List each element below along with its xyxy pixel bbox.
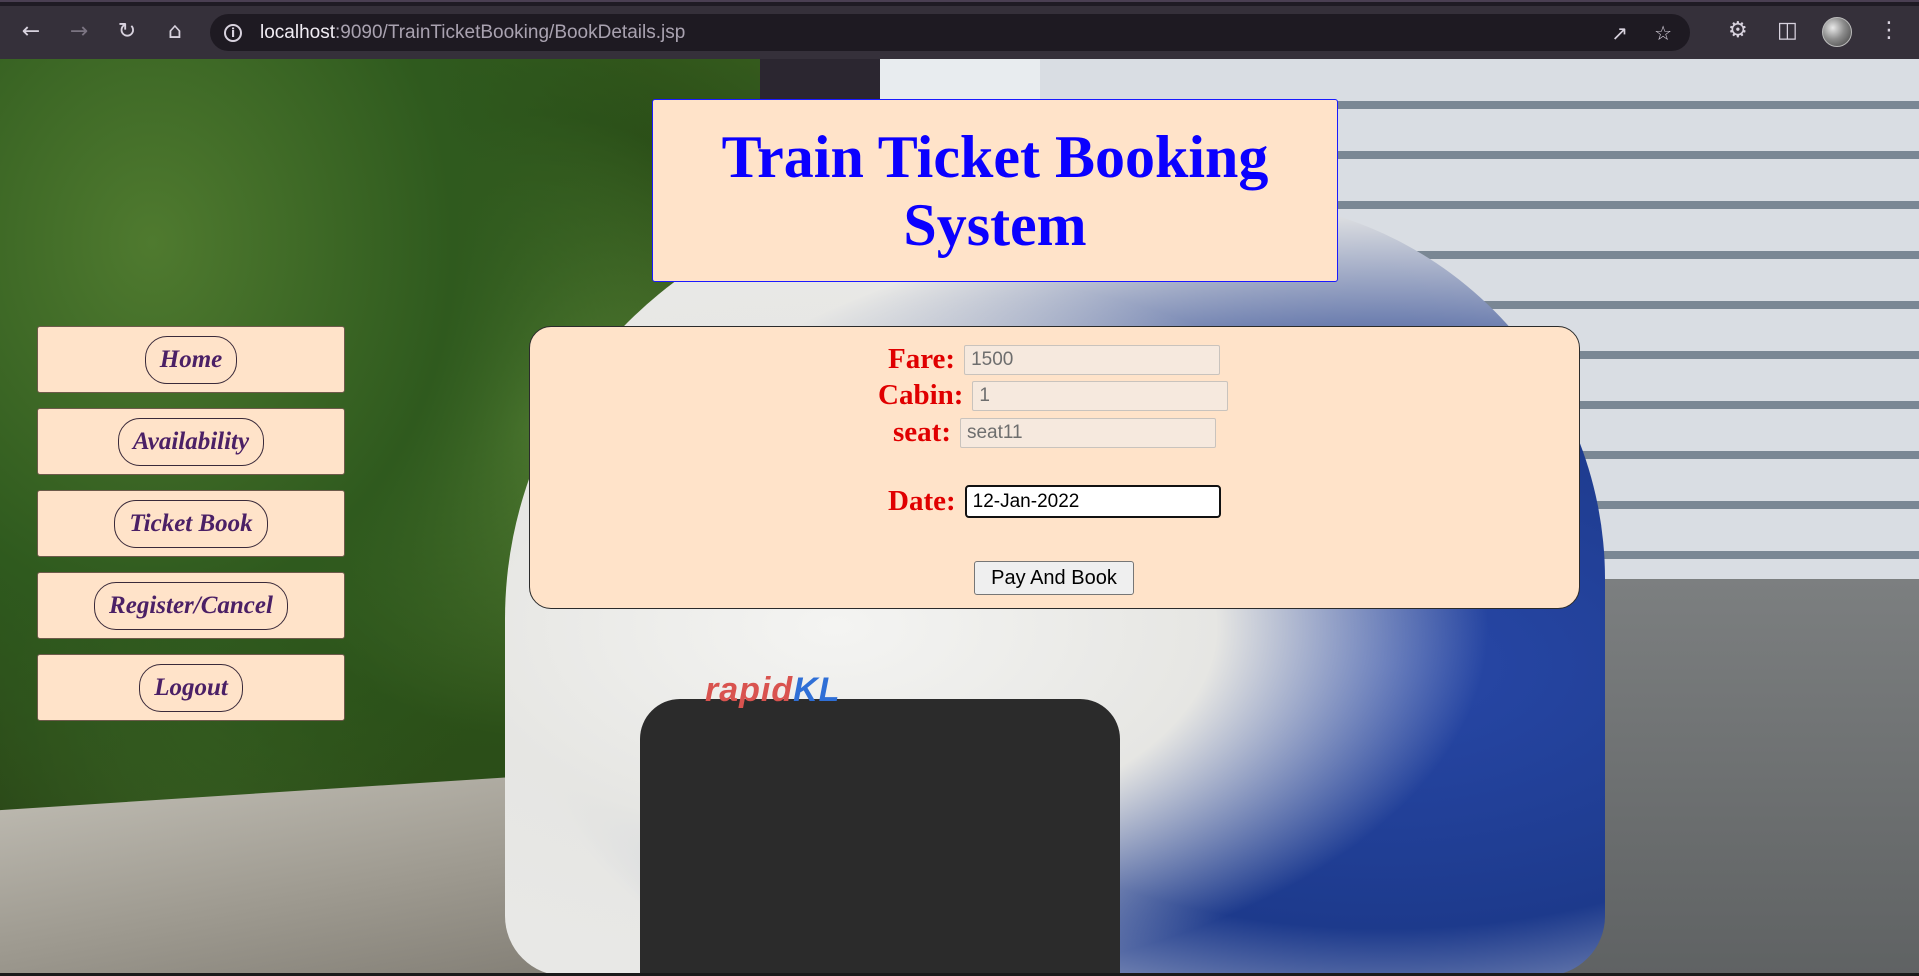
puzzle-icon[interactable]: ⚙ bbox=[1728, 16, 1748, 46]
cabin-label: Cabin: bbox=[878, 379, 964, 411]
back-arrow-icon[interactable]: ← bbox=[16, 16, 46, 46]
seat-label: seat: bbox=[893, 416, 951, 448]
pay-and-book-button[interactable]: Pay And Book bbox=[974, 561, 1134, 595]
logout-button[interactable]: Logout bbox=[139, 663, 243, 712]
date-row: Date: bbox=[888, 485, 1221, 518]
url-host: localhost bbox=[260, 21, 335, 43]
booking-form: Fare: Cabin: seat: Date: Pay And Book bbox=[529, 326, 1580, 609]
url-path: :9090/TrainTicketBooking/BookDetails.jsp bbox=[335, 21, 686, 43]
train-brand-text: rapid bbox=[705, 671, 794, 709]
sidebar-item-home: Home bbox=[37, 326, 345, 393]
page-viewport: rapidKL Train Ticket Booking System Home… bbox=[0, 59, 1919, 976]
seat-row: seat: bbox=[893, 416, 1216, 449]
train-brand-suffix: KL bbox=[793, 671, 841, 709]
browser-toolbar: ← → ↻ ⌂ i localhost :9090/TrainTicketBoo… bbox=[0, 0, 1919, 59]
ticket-book-button[interactable]: Ticket Book bbox=[114, 499, 268, 548]
kebab-menu-icon[interactable]: ⋮ bbox=[1878, 16, 1900, 46]
fare-field[interactable] bbox=[964, 344, 1221, 375]
sidebar-item-availability: Availability bbox=[37, 408, 345, 475]
address-bar[interactable]: i localhost :9090/TrainTicketBooking/Boo… bbox=[210, 14, 1690, 51]
sidebar-item-ticket-book: Ticket Book bbox=[37, 490, 345, 557]
address-bar-actions: ↗ ☆ bbox=[1611, 19, 1672, 47]
site-info-icon[interactable]: i bbox=[224, 23, 242, 42]
header-panel: Train Ticket Booking System bbox=[652, 99, 1338, 282]
train-brand-logo: rapidKL bbox=[705, 671, 840, 710]
share-icon[interactable]: ↗ bbox=[1611, 19, 1628, 47]
home-icon[interactable]: ⌂ bbox=[160, 16, 190, 46]
register-cancel-button[interactable]: Register/Cancel bbox=[94, 581, 288, 630]
background-train-coupler bbox=[640, 699, 1120, 976]
date-label: Date: bbox=[888, 485, 956, 517]
fare-row: Fare: bbox=[888, 343, 1221, 376]
home-button[interactable]: Home bbox=[144, 335, 238, 384]
seat-field[interactable] bbox=[959, 417, 1216, 448]
fare-label: Fare: bbox=[888, 343, 956, 375]
avatar[interactable] bbox=[1822, 17, 1852, 47]
forward-arrow-icon[interactable]: → bbox=[64, 16, 94, 46]
reload-icon[interactable]: ↻ bbox=[112, 16, 142, 46]
cabin-row: Cabin: bbox=[878, 379, 1229, 412]
cabin-field[interactable] bbox=[972, 380, 1229, 411]
tab-strip-edge bbox=[0, 2, 1919, 6]
side-panel-icon[interactable]: ◫ bbox=[1777, 16, 1798, 46]
star-icon[interactable]: ☆ bbox=[1654, 19, 1672, 47]
sidebar-item-register-cancel: Register/Cancel bbox=[37, 572, 345, 639]
sidebar-item-logout: Logout bbox=[37, 654, 345, 721]
date-field[interactable] bbox=[964, 485, 1221, 518]
page-title: Train Ticket Booking System bbox=[721, 123, 1269, 258]
availability-button[interactable]: Availability bbox=[117, 417, 265, 466]
